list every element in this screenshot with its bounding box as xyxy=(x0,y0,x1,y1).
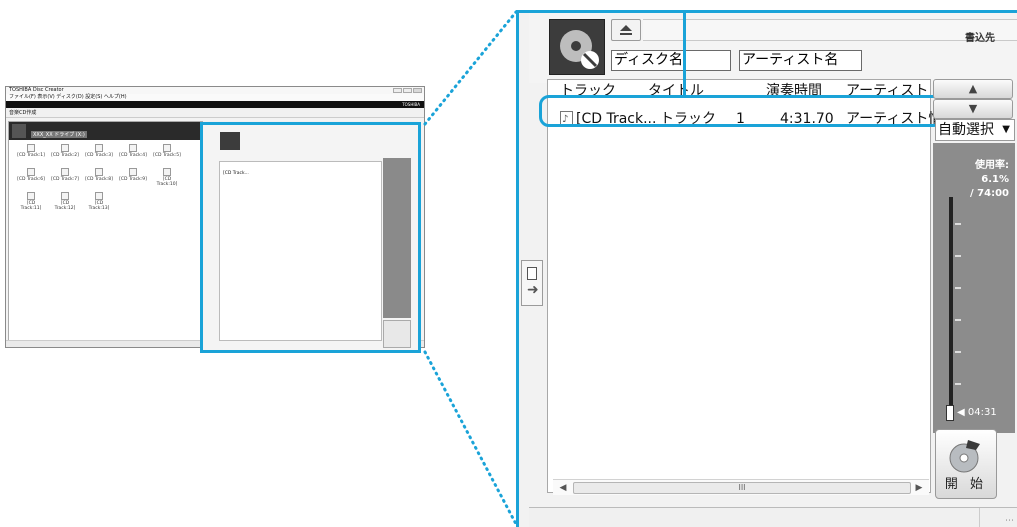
add-file-button[interactable]: ➜ xyxy=(521,260,543,306)
cd-disc-icon xyxy=(549,19,605,75)
usage-text: 使用率: 6.1% / 74:00 xyxy=(970,159,1009,201)
row-highlight-callout xyxy=(539,95,943,127)
document-icon xyxy=(527,267,537,280)
track-list[interactable]: トラック タイトル 演奏時間 アーティスト [CD Track... トラック … xyxy=(547,79,956,493)
eject-button[interactable] xyxy=(611,19,641,41)
eject-icon xyxy=(620,25,632,35)
usage-gauge-track xyxy=(949,197,953,421)
callout-line xyxy=(683,13,686,95)
sort-mode-select[interactable]: 自動選択 ▼ xyxy=(935,119,1015,141)
horizontal-scrollbar[interactable]: ◀ III ▶ xyxy=(553,479,929,495)
usage-percent: 6.1% xyxy=(981,174,1009,185)
arrow-right-icon: ➜ xyxy=(527,282,539,298)
chevron-down-icon: ▼ xyxy=(968,102,978,115)
panel-tab-bar xyxy=(643,19,1017,41)
usage-total: / 74:00 xyxy=(970,188,1009,199)
elapsed-time: ◀ 04:31 xyxy=(957,407,997,418)
sort-mode-value: 自動選択 xyxy=(938,122,994,138)
scroll-left-icon[interactable]: ◀ xyxy=(557,482,569,494)
gauge-tick xyxy=(955,255,961,257)
gauge-tick xyxy=(955,223,961,225)
burn-disc-icon xyxy=(949,440,980,473)
chevron-up-icon: ▲ xyxy=(968,82,978,95)
start-label: 開 始 xyxy=(944,477,988,492)
start-burn-button[interactable]: 開 始 xyxy=(935,429,997,499)
dropdown-arrow-icon: ▼ xyxy=(1002,124,1010,135)
elapsed-value: 04:31 xyxy=(967,407,997,418)
usage-marker xyxy=(946,405,954,421)
writer-target-label: 書込先 xyxy=(965,33,995,44)
usage-label: 使用率: xyxy=(975,160,1009,171)
gauge-tick xyxy=(955,319,961,321)
artist-name-field[interactable]: アーティスト名 xyxy=(739,50,862,71)
resize-grip-icon[interactable]: ⋯ xyxy=(1005,516,1014,526)
usage-gauge: 使用率: 6.1% / 74:00 ◀ 04:31 xyxy=(933,143,1015,433)
move-up-button[interactable]: ▲ xyxy=(933,79,1013,99)
scroll-thumb[interactable]: III xyxy=(573,482,911,494)
status-bar: ⋯ xyxy=(529,507,1017,527)
move-down-button[interactable]: ▼ xyxy=(933,99,1013,119)
gauge-tick xyxy=(955,351,961,353)
zoomed-target-panel: 書込先 ディスク名 アーティスト名 トラック タイトル 演奏時間 アーティスト … xyxy=(516,10,1017,527)
gauge-tick xyxy=(955,383,961,385)
gauge-tick xyxy=(955,287,961,289)
disc-name-field[interactable]: ディスク名 xyxy=(611,50,731,71)
status-separator xyxy=(979,508,980,527)
scroll-right-icon[interactable]: ▶ xyxy=(913,482,925,494)
